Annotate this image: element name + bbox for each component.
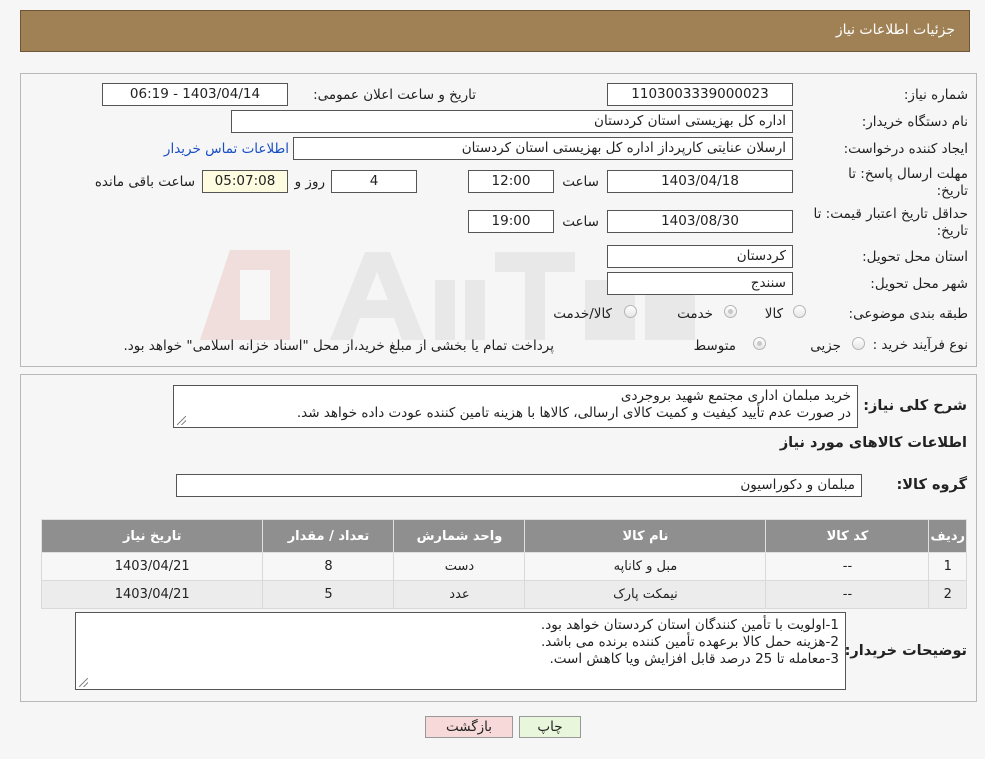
col-code: کد کالا: [765, 519, 930, 553]
page-title: جزئیات اطلاعات نیاز: [835, 22, 955, 38]
buyer-notes-textarea: 1-اولویت با تأمین کنندگان استان کردستان …: [75, 612, 846, 690]
goods-group-label: گروه کالا:: [896, 477, 967, 493]
resize-grip-icon[interactable]: [79, 678, 88, 687]
cell-date: 1403/04/21: [40, 580, 264, 609]
days-field: 4: [331, 170, 417, 193]
buyer-note-line-1: 1-اولویت با تأمین کنندگان استان کردستان …: [540, 617, 839, 633]
remaining-label: ساعت باقی مانده: [94, 174, 195, 190]
process-minor-label: جزیی: [810, 338, 841, 354]
goods-table: ردیف کد کالا نام کالا واحد شمارش تعداد /…: [40, 519, 967, 609]
buyer-org-field: اداره کل بهزیستی استان کردستان: [231, 110, 793, 133]
deadline-label: مهلت ارسال پاسخ: تا تاریخ:: [848, 166, 968, 199]
validity-time-field: 19:00: [468, 210, 554, 233]
province-field: کردستان: [607, 245, 793, 268]
cell-row: 1: [928, 552, 967, 581]
goods-group-field: مبلمان و دکوراسیون: [176, 474, 862, 497]
creator-label: ایجاد کننده درخواست:: [843, 141, 968, 157]
summary-label: شرح کلی نیاز:: [863, 398, 967, 414]
page-header: جزئیات اطلاعات نیاز: [20, 10, 970, 52]
process-medium-label: متوسط: [693, 338, 736, 354]
print-button[interactable]: چاپ: [519, 716, 581, 738]
validity-date-field: 1403/08/30: [607, 210, 793, 233]
cell-name: نیمکت پارک: [524, 580, 767, 609]
summary-line-1: خرید مبلمان اداری مجتمع شهید بروجردی: [620, 388, 851, 404]
need-number-label: شماره نیاز:: [903, 87, 968, 103]
announce-label: تاریخ و ساعت اعلان عمومی:: [313, 87, 476, 103]
cell-qty: 5: [262, 580, 395, 609]
buyer-note-line-2: 2-هزینه حمل کالا برعهده تأمین کننده برند…: [540, 634, 839, 650]
category-label: طبقه بندی موضوعی:: [848, 306, 968, 322]
need-number-field: 1103003339000023: [607, 83, 793, 106]
city-field: سنندج: [607, 272, 793, 295]
process-note: پرداخت تمام یا بخشی از مبلغ خرید،از محل …: [123, 338, 554, 354]
table-row: 1 -- مبل و کاناپه دست 8 1403/04/21: [40, 552, 967, 581]
col-qty: تعداد / مقدار: [262, 519, 395, 553]
buyer-note-line-3: 3-معامله تا 25 درصد قابل افزایش ویا کاهش…: [549, 651, 839, 667]
buyer-notes-label: توضیحات خریدار:: [844, 643, 967, 659]
validity-label: حداقل تاریخ اعتبار قیمت: تا تاریخ:: [813, 206, 968, 239]
buyer-contact-link[interactable]: اطلاعات تماس خریدار: [164, 141, 289, 157]
category-goods-radio[interactable]: [793, 305, 806, 318]
category-goods-service-label: کالا/خدمت: [553, 306, 612, 322]
category-service-radio[interactable]: [724, 305, 737, 318]
creator-field: ارسلان عنایتی کارپرداز اداره کل بهزیستی …: [293, 137, 793, 160]
col-date: تاریخ نیاز: [40, 519, 264, 553]
buyer-org-label: نام دستگاه خریدار:: [861, 114, 968, 130]
col-name: نام کالا: [524, 519, 767, 553]
col-unit: واحد شمارش: [393, 519, 526, 553]
days-label: روز و: [294, 174, 325, 190]
cell-qty: 8: [262, 552, 395, 581]
category-service-label: خدمت: [677, 306, 713, 322]
summary-textarea: خرید مبلمان اداری مجتمع شهید بروجردی در …: [173, 385, 858, 428]
deadline-time-field: 12:00: [468, 170, 554, 193]
process-minor-radio[interactable]: [852, 337, 865, 350]
process-label: نوع فرآیند خرید :: [872, 337, 968, 353]
col-row: ردیف: [928, 519, 967, 553]
cell-date: 1403/04/21: [40, 552, 264, 581]
category-goods-service-radio[interactable]: [624, 305, 637, 318]
goods-title: اطلاعات کالاهای مورد نیاز: [779, 435, 967, 451]
deadline-date-field: 1403/04/18: [607, 170, 793, 193]
cell-name: مبل و کاناپه: [524, 552, 767, 581]
remaining-time-field: 05:07:08: [202, 170, 288, 193]
category-goods-label: کالا: [764, 306, 783, 322]
table-header-row: ردیف کد کالا نام کالا واحد شمارش تعداد /…: [40, 519, 967, 553]
announce-field: 1403/04/14 - 06:19: [102, 83, 288, 106]
cell-unit: عدد: [393, 580, 526, 609]
summary-line-2: در صورت عدم تأیید کیفیت و کمیت کالای ارس…: [296, 405, 851, 421]
deadline-time-label: ساعت: [562, 174, 599, 190]
back-button[interactable]: بازگشت: [425, 716, 513, 738]
table-row: 2 -- نیمکت پارک عدد 5 1403/04/21: [40, 580, 967, 609]
city-label: شهر محل تحویل:: [870, 276, 968, 292]
process-medium-radio[interactable]: [753, 337, 766, 350]
cell-code: --: [765, 552, 930, 581]
resize-grip-icon[interactable]: [177, 416, 186, 425]
cell-code: --: [765, 580, 930, 609]
cell-unit: دست: [393, 552, 526, 581]
province-label: استان محل تحویل:: [862, 249, 968, 265]
validity-time-label: ساعت: [562, 214, 599, 230]
cell-row: 2: [928, 580, 967, 609]
